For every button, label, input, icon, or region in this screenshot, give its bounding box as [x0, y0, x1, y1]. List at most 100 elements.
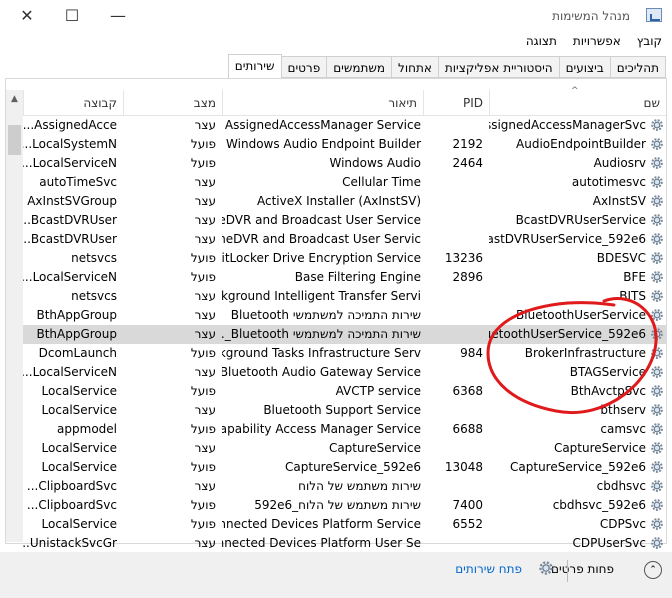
- status-cell: פועל: [190, 270, 216, 284]
- description-cell: שירות התמיכה למשתמשי Bluetooth_...: [222, 327, 421, 341]
- table-row[interactable]: BcastDVRUserService GameDVR and Broadcast…: [23, 211, 666, 230]
- table-row[interactable]: CDPSvc 6552 Connected Devices Platform Ser…: [23, 515, 666, 534]
- group-cell: LocalServiceN...: [23, 156, 117, 170]
- table-row[interactable]: AudioEndpointBuilder 2192 Windows Audio En…: [23, 135, 666, 154]
- status-cell: פועל: [190, 156, 216, 170]
- pid-cell: 2464: [452, 156, 483, 170]
- menu-file[interactable]: קובץ: [637, 34, 662, 52]
- pid-cell: 6552: [452, 517, 483, 531]
- tab-performance[interactable]: ביצועים: [558, 56, 611, 78]
- tab-app-history[interactable]: היסטוריית אפליקציות: [437, 56, 560, 78]
- table-row[interactable]: cbdhsvc שירות משתמש של הלוח עצר ClipboardSv…: [23, 477, 666, 496]
- status-cell: פועל: [190, 137, 216, 151]
- vertical-scrollbar[interactable]: [6, 90, 23, 542]
- status-cell: פועל: [190, 384, 216, 398]
- table-row[interactable]: autotimesvc Cellular Time עצר autoTimeSvc: [23, 173, 666, 192]
- group-cell: DcomLaunch: [38, 346, 117, 360]
- table-row[interactable]: CaptureService CaptureService עצר LocalServ…: [23, 439, 666, 458]
- table-row[interactable]: cbdhsvc_592e6 7400 שירות משתמש של הלוח_592…: [23, 496, 666, 515]
- scroll-up-icon[interactable]: ▲: [6, 90, 23, 108]
- service-name-cell: AxInstSV: [489, 192, 666, 211]
- group-cell: ClipboardSvc...: [26, 498, 117, 512]
- description-cell: שירות התמיכה למשתמשי Bluetooth: [230, 308, 421, 322]
- tab-processes[interactable]: תהליכים: [609, 56, 666, 78]
- tab-strip: תהליכים ביצועים היסטוריית אפליקציות אתחו…: [227, 54, 666, 79]
- tab-startup[interactable]: אתחול: [391, 56, 439, 78]
- menu-options[interactable]: אפשרויות: [573, 34, 621, 52]
- pid-cell: 13236: [444, 251, 483, 265]
- group-cell: netsvcs: [71, 289, 117, 303]
- description-cell: Bluetooth Support Service: [263, 403, 421, 417]
- group-cell: ClipboardSvc...: [26, 479, 117, 493]
- status-cell: עצר: [194, 194, 216, 208]
- table-row[interactable]: BcastDVRUserService_592e6 GameDVR and Bro…: [23, 230, 666, 249]
- table-row[interactable]: AxInstSV ActiveX Installer (AxInstSV) עצר A…: [23, 192, 666, 211]
- status-cell: עצר: [194, 536, 216, 550]
- table-row[interactable]: AssignedAccessManagerSvc AssignedAccessMa…: [23, 116, 666, 135]
- column-header-description[interactable]: תיאור: [222, 90, 423, 116]
- service-gear-icon: [651, 518, 663, 530]
- group-cell: LocalService: [41, 384, 117, 398]
- table-row[interactable]: CaptureService_592e6 13048 CaptureService_…: [23, 458, 666, 477]
- group-cell: LocalService: [41, 517, 117, 531]
- group-cell: LocalService: [41, 441, 117, 455]
- table-row[interactable]: BFE 2896 Base Filtering Engine פועל LocalSer…: [23, 268, 666, 287]
- service-name-cell: BDESVC: [489, 249, 666, 268]
- pid-cell: 13048: [444, 460, 483, 474]
- table-row[interactable]: Audiosrv 2464 Windows Audio פועל LocalServic…: [23, 154, 666, 173]
- fewer-details-link[interactable]: פחות פרטים: [551, 562, 614, 576]
- tab-details[interactable]: פרטים: [280, 56, 328, 78]
- group-cell: LocalServiceN...: [23, 365, 117, 379]
- close-button[interactable]: ✕: [5, 4, 49, 28]
- status-cell: פועל: [190, 517, 216, 531]
- service-gear-icon: [651, 499, 663, 511]
- tab-services[interactable]: שירותים: [227, 54, 282, 79]
- service-name-cell: CaptureService_592e6: [489, 458, 666, 477]
- column-header-group[interactable]: קבוצה: [23, 90, 123, 116]
- status-cell: עצר: [194, 365, 216, 379]
- menu-view[interactable]: תצוגה: [526, 34, 557, 52]
- service-gear-icon: [651, 233, 663, 245]
- table-row[interactable]: BDESVC 13236 BitLocker Drive Encryption Se…: [23, 249, 666, 268]
- description-cell: שירות משתמש של הלוח_592e6: [254, 498, 421, 512]
- status-cell: פועל: [190, 460, 216, 474]
- pid-cell: [423, 477, 489, 496]
- service-name-cell: BcastDVRUserService: [489, 211, 666, 230]
- maximize-button[interactable]: ☐: [50, 4, 94, 28]
- open-services-link[interactable]: פתח שירותים: [455, 562, 522, 576]
- minimize-button[interactable]: —: [96, 4, 140, 28]
- service-gear-icon: [651, 271, 663, 283]
- chevron-up-icon[interactable]: ⌃: [644, 561, 662, 579]
- gear-icon: [539, 561, 553, 575]
- group-cell: LocalServiceN...: [23, 270, 117, 284]
- service-name-cell: cbdhsvc: [489, 477, 666, 496]
- description-cell: CaptureService_592e6: [285, 460, 421, 474]
- service-gear-icon: [651, 252, 663, 264]
- tab-users[interactable]: משתמשים: [326, 56, 393, 78]
- service-gear-icon: [651, 423, 663, 435]
- pid-cell: 7400: [452, 498, 483, 512]
- pid-cell: [423, 439, 489, 458]
- description-cell: Windows Audio Endpoint Builder: [226, 137, 421, 151]
- description-cell: ActiveX Installer (AxInstSV): [256, 194, 421, 208]
- column-header-status[interactable]: מצב: [123, 90, 222, 116]
- status-cell: פועל: [190, 422, 216, 436]
- scroll-thumb[interactable]: [8, 125, 21, 155]
- status-cell: עצר: [194, 213, 216, 227]
- status-cell: פועל: [190, 251, 216, 265]
- pid-cell: [423, 363, 489, 382]
- task-manager-icon: [646, 8, 662, 22]
- service-name-cell: autotimesvc: [489, 173, 666, 192]
- group-cell: autoTimeSvc: [39, 175, 117, 189]
- table-row[interactable]: CDPUserSvc Connected Devices Platform Use…: [23, 534, 666, 550]
- service-name-cell: BFE: [489, 268, 666, 287]
- service-name-cell: AudioEndpointBuilder: [489, 135, 666, 154]
- service-name-cell: Audiosrv: [489, 154, 666, 173]
- pid-cell: [423, 230, 489, 249]
- description-cell: CaptureService: [328, 441, 421, 455]
- pid-cell: [423, 325, 489, 344]
- column-header-pid[interactable]: PID: [423, 90, 489, 116]
- pid-cell: [423, 534, 489, 550]
- pid-cell: 6688: [452, 422, 483, 436]
- status-cell: עצר: [194, 441, 216, 455]
